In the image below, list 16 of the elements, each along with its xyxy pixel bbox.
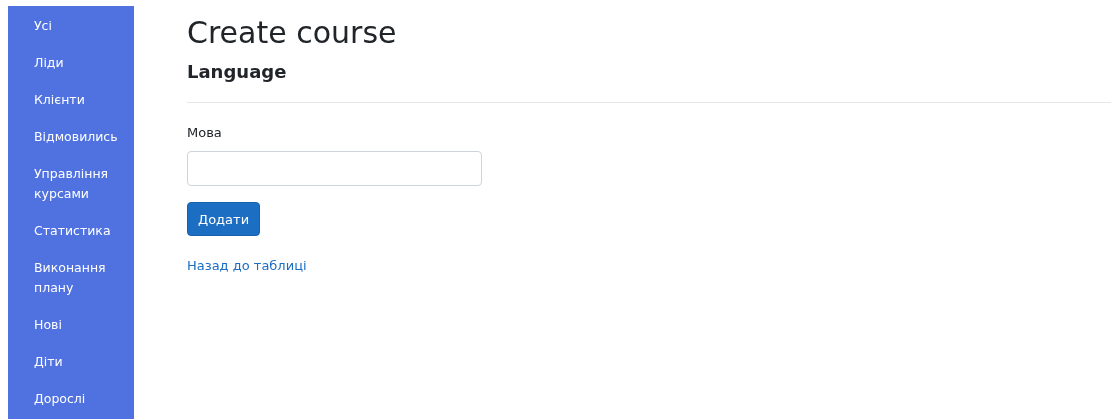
field-label: Мова: [187, 124, 223, 142]
sidebar-link[interactable]: Відмовились: [34, 127, 124, 147]
add-button[interactable]: Додати: [187, 202, 261, 236]
sidebar-link[interactable]: Статистика: [34, 221, 124, 241]
sidebar-link[interactable]: Клієнти: [34, 90, 124, 110]
sidebar-link[interactable]: Нові: [34, 315, 124, 335]
sidebar-link[interactable]: Виконання плану: [34, 258, 124, 298]
sidebar-link[interactable]: Управління курсами: [34, 164, 124, 204]
sidebar-link[interactable]: Діти: [34, 352, 124, 372]
sidebar-link[interactable]: Дорослі: [34, 389, 124, 409]
sidebar-link[interactable]: Усі: [34, 16, 124, 36]
section-title: Language: [187, 60, 288, 84]
input-field[interactable]: [187, 151, 482, 186]
page-title: Create course: [187, 14, 398, 52]
back-link[interactable]: Назад до таблиці: [187, 258, 307, 273]
sidebar-link[interactable]: Ліди: [34, 53, 124, 73]
